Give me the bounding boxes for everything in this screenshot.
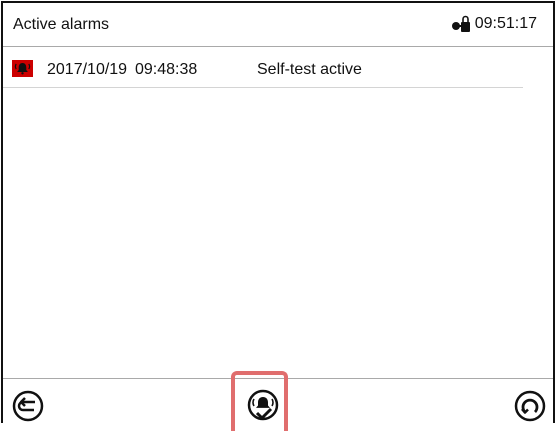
header-bar: Active alarms 09:51:17 — [3, 3, 553, 47]
refresh-icon — [514, 390, 546, 422]
status-area: 09:51:17 — [451, 15, 537, 33]
refresh-button[interactable] — [513, 389, 547, 423]
alarm-row[interactable]: 2017/10/19 09:48:38 Self-test active — [3, 47, 523, 88]
alarm-message: Self-test active — [257, 61, 362, 78]
controller-screen: Active alarms 09:51:17 2017/10/19 09:48:… — [0, 0, 557, 431]
alarm-list: 2017/10/19 09:48:38 Self-test active — [3, 47, 553, 88]
back-button[interactable] — [11, 389, 45, 423]
footer-toolbar — [3, 378, 553, 429]
clock-time: 09:51:17 — [474, 15, 537, 32]
back-arrow-icon — [12, 390, 44, 422]
alarm-bell-icon — [12, 60, 33, 77]
acknowledge-alarm-button[interactable] — [244, 389, 282, 423]
display-frame: Active alarms 09:51:17 2017/10/19 09:48:… — [1, 1, 555, 429]
page-title: Active alarms — [13, 16, 110, 33]
alarm-date: 2017/10/19 — [47, 61, 128, 78]
alarm-acknowledge-icon — [247, 389, 279, 421]
lock-icon — [451, 15, 470, 32]
alarm-time: 09:48:38 — [135, 61, 198, 78]
